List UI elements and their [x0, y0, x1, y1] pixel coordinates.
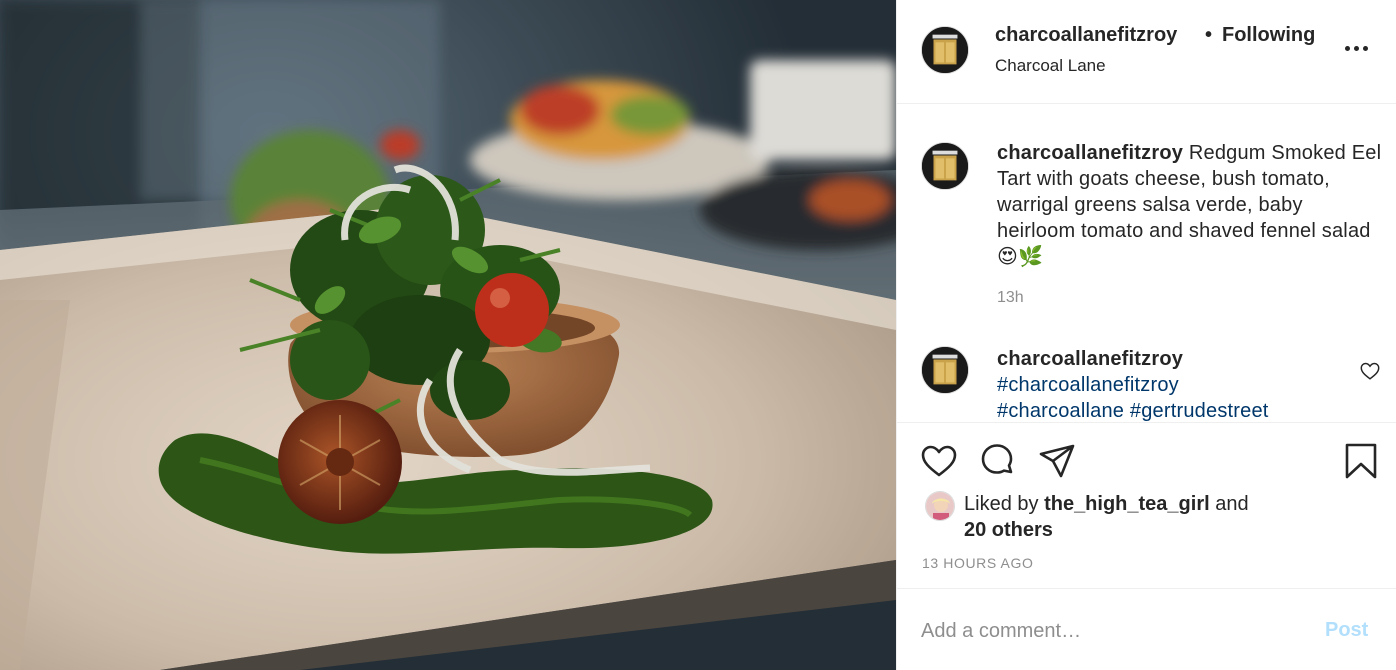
bookmark-icon[interactable] [1341, 441, 1381, 481]
hashtag-link[interactable]: #charcoallane [997, 400, 1124, 422]
comment-avatar[interactable] [921, 346, 969, 394]
post-timestamp[interactable]: 13 HOURS AGO [922, 555, 1033, 571]
ellipsis-icon[interactable] [1345, 36, 1375, 60]
post-modal: charcoallanefitzroy • Following Charcoal… [0, 0, 1396, 670]
comment-username[interactable]: charcoallanefitzroy [997, 346, 1382, 372]
following-button[interactable]: Following [1222, 24, 1315, 47]
hashtag-link[interactable]: #gertrudestreet [1130, 400, 1269, 422]
caption-username[interactable]: charcoallanefitzroy [997, 142, 1183, 164]
more-dot [1354, 45, 1359, 51]
likes-joiner: and [1215, 493, 1249, 515]
liker-username[interactable]: the_high_tea_girl [1044, 493, 1210, 515]
paper-plane-icon[interactable] [1037, 441, 1077, 481]
charcoal-lane-logo-icon [922, 143, 968, 189]
comment-input[interactable] [921, 615, 1301, 647]
post-header: charcoallanefitzroy • Following Charcoal… [897, 0, 1396, 104]
add-comment-bar: Post [897, 588, 1396, 670]
post-button[interactable]: Post [1325, 619, 1368, 642]
comment-text: charcoallanefitzroy #charcoallanefitzroy… [997, 346, 1382, 422]
heart-icon[interactable] [919, 441, 959, 481]
caption-text: charcoallanefitzroy Redgum Smoked Eel Ta… [997, 140, 1382, 270]
post-actions: Liked by the_high_tea_girl and 20 others… [897, 422, 1396, 588]
small-heart-icon[interactable] [1359, 360, 1381, 382]
caption-avatar[interactable] [921, 142, 969, 190]
charcoal-lane-logo-icon [922, 347, 968, 393]
likes-others-link[interactable]: 20 others [964, 519, 1053, 541]
food-photo-illustration [0, 0, 896, 670]
author-username[interactable]: charcoallanefitzroy [995, 24, 1177, 47]
post-details-panel: charcoallanefitzroy • Following Charcoal… [896, 0, 1396, 670]
more-dot [1363, 45, 1368, 51]
likes-summary: Liked by the_high_tea_girl and 20 others [964, 491, 1384, 543]
hashtag-link[interactable]: #charcoallanefitzroy [997, 374, 1179, 396]
author-avatar[interactable] [921, 26, 969, 74]
caption-time[interactable]: 13h [997, 289, 1024, 307]
likes-prefix: Liked by [964, 493, 1039, 515]
liker-avatar[interactable] [925, 491, 955, 521]
charcoal-lane-logo-icon [922, 27, 968, 73]
speech-bubble-icon[interactable] [977, 441, 1017, 481]
more-dot [1345, 45, 1350, 51]
liker-avatar-image [926, 492, 954, 520]
post-photo[interactable] [0, 0, 896, 670]
separator-dot: • [1205, 24, 1213, 46]
comments-list[interactable]: charcoallanefitzroy Redgum Smoked Eel Ta… [897, 104, 1396, 422]
location-link[interactable]: Charcoal Lane [995, 56, 1106, 76]
